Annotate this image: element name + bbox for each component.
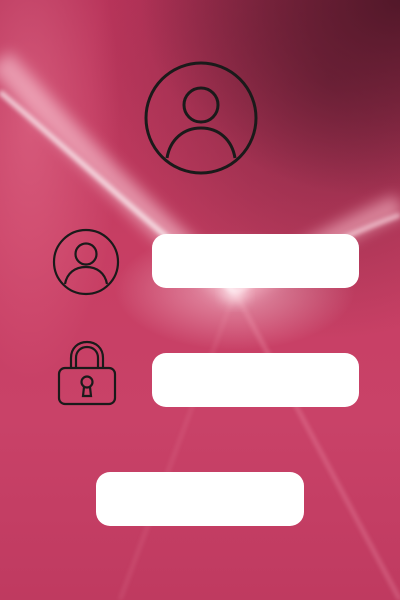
password-field[interactable] — [152, 353, 359, 407]
login-screen — [0, 0, 400, 600]
login-button[interactable] — [96, 472, 304, 526]
profile-avatar-icon — [144, 61, 258, 175]
username-field[interactable] — [152, 234, 359, 288]
user-icon — [52, 228, 120, 296]
lock-icon — [57, 340, 117, 406]
